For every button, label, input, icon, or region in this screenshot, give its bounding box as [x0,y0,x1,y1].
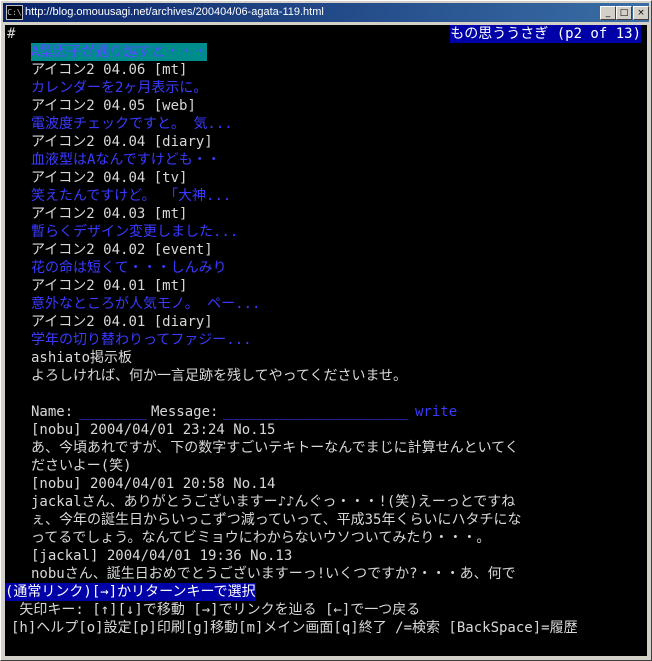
entry-meta: アイコン2 04.02 [event] [31,242,213,258]
write-button[interactable]: write [415,403,457,421]
window-title: http://blog.omouusagi.net/archives/20040… [25,6,324,18]
close-button[interactable]: × [633,6,649,20]
entry-meta: アイコン2 04.04 [tv] [31,170,188,186]
comment-header: [jackal] 2004/04/01 19:36 No.13 [31,548,293,564]
comment-text: ってるでしょう。なんてビミョウにわからないウソついてみたり・・・。 [31,530,491,546]
page-title: もの思ううさぎ (p2 of 13) [450,25,641,43]
comment-header: [nobu] 2004/04/01 20:58 No.14 [31,476,276,492]
message-input[interactable]: ______________________ [223,403,408,421]
entry-meta: アイコン2 04.01 [diary] [31,314,213,330]
comment-text: ぇ、今年の誕生日からいっこずつ減っていって、平成35年くらいにハタチにな [31,512,522,528]
entry-link[interactable]: 暫らくデザイン変更しました... [31,223,238,241]
help-line-commands: [h]ヘルプ[o]設定[p]印刷[g]移動[m]メイン画面[q]終了 /=検索 … [11,620,578,636]
console-app-icon[interactable]: C:\ [6,5,23,20]
entry-meta: アイコン2 04.04 [diary] [31,134,213,150]
comment-text: あ、今頃あれですが、下の数字すごいテキトーなんでまじに計算せんといてく [31,440,519,456]
link-mode-status: (通常リンク)[→]かリターンキーで選択 [5,583,256,601]
entry-link[interactable]: 血液型はAなんですけども・・ [31,151,221,169]
message-label: Message: [151,404,219,420]
entry-meta: アイコン2 04.03 [mt] [31,206,188,222]
entry-meta: アイコン2 04.06 [mt] [31,62,188,78]
terminal-window: C:\ http://blog.omouusagi.net/archives/2… [0,0,652,661]
entry-link[interactable]: 笑えたんですけど。 「大神... [31,187,231,205]
maximize-button[interactable]: □ [616,6,632,20]
comment-text: nobuさん、誕生日おめでとうございますーっ!いくつですか?・・・あ、何で [31,566,516,582]
header-mark: # [7,26,16,42]
entry-link[interactable]: 花の命は短くて・・・しんみり [31,259,227,277]
ashiato-heading: ashiato掲示板 [31,350,133,366]
entry-link[interactable]: 学年の切り替わりってファジー... [31,331,252,349]
ashiato-prompt: よろしければ、何か一言足跡を残してやってくださいませ。 [31,368,408,384]
entry-link[interactable]: 電波度チェックですと。 気... [31,115,233,133]
comment-text: ださいよー(笑) [31,458,132,474]
help-line-navigation: 矢印キー: [↑][↓]で移動 [→]でリンクを辿る [←]で一つ戻る [11,602,421,618]
entry-link[interactable]: カレンダーを2ヶ月表示に。 [31,79,207,97]
entry-link-selected[interactable]: A型因子が通り越すと・・・ [31,43,208,61]
comment-header: [nobu] 2004/04/01 23:24 No.15 [31,422,276,438]
entry-meta: アイコン2 04.05 [web] [31,98,196,114]
name-input[interactable]: ________ [79,403,146,421]
name-label: Name: [31,404,74,420]
lynx-browser-screen: # もの思ううさぎ (p2 of 13) A型因子が通り越すと・・・ アイコン2… [5,25,647,656]
comment-text: jackalさん、ありがとうございますー♪♪んぐっ・・・!(笑)えーっとですね [31,494,516,510]
minimize-button[interactable]: _ [600,6,616,20]
entry-meta: アイコン2 04.01 [mt] [31,278,188,294]
entry-link[interactable]: 意外なところが人気モノ。 ペー... [31,295,260,313]
title-bar[interactable]: C:\ http://blog.omouusagi.net/archives/2… [3,3,649,22]
